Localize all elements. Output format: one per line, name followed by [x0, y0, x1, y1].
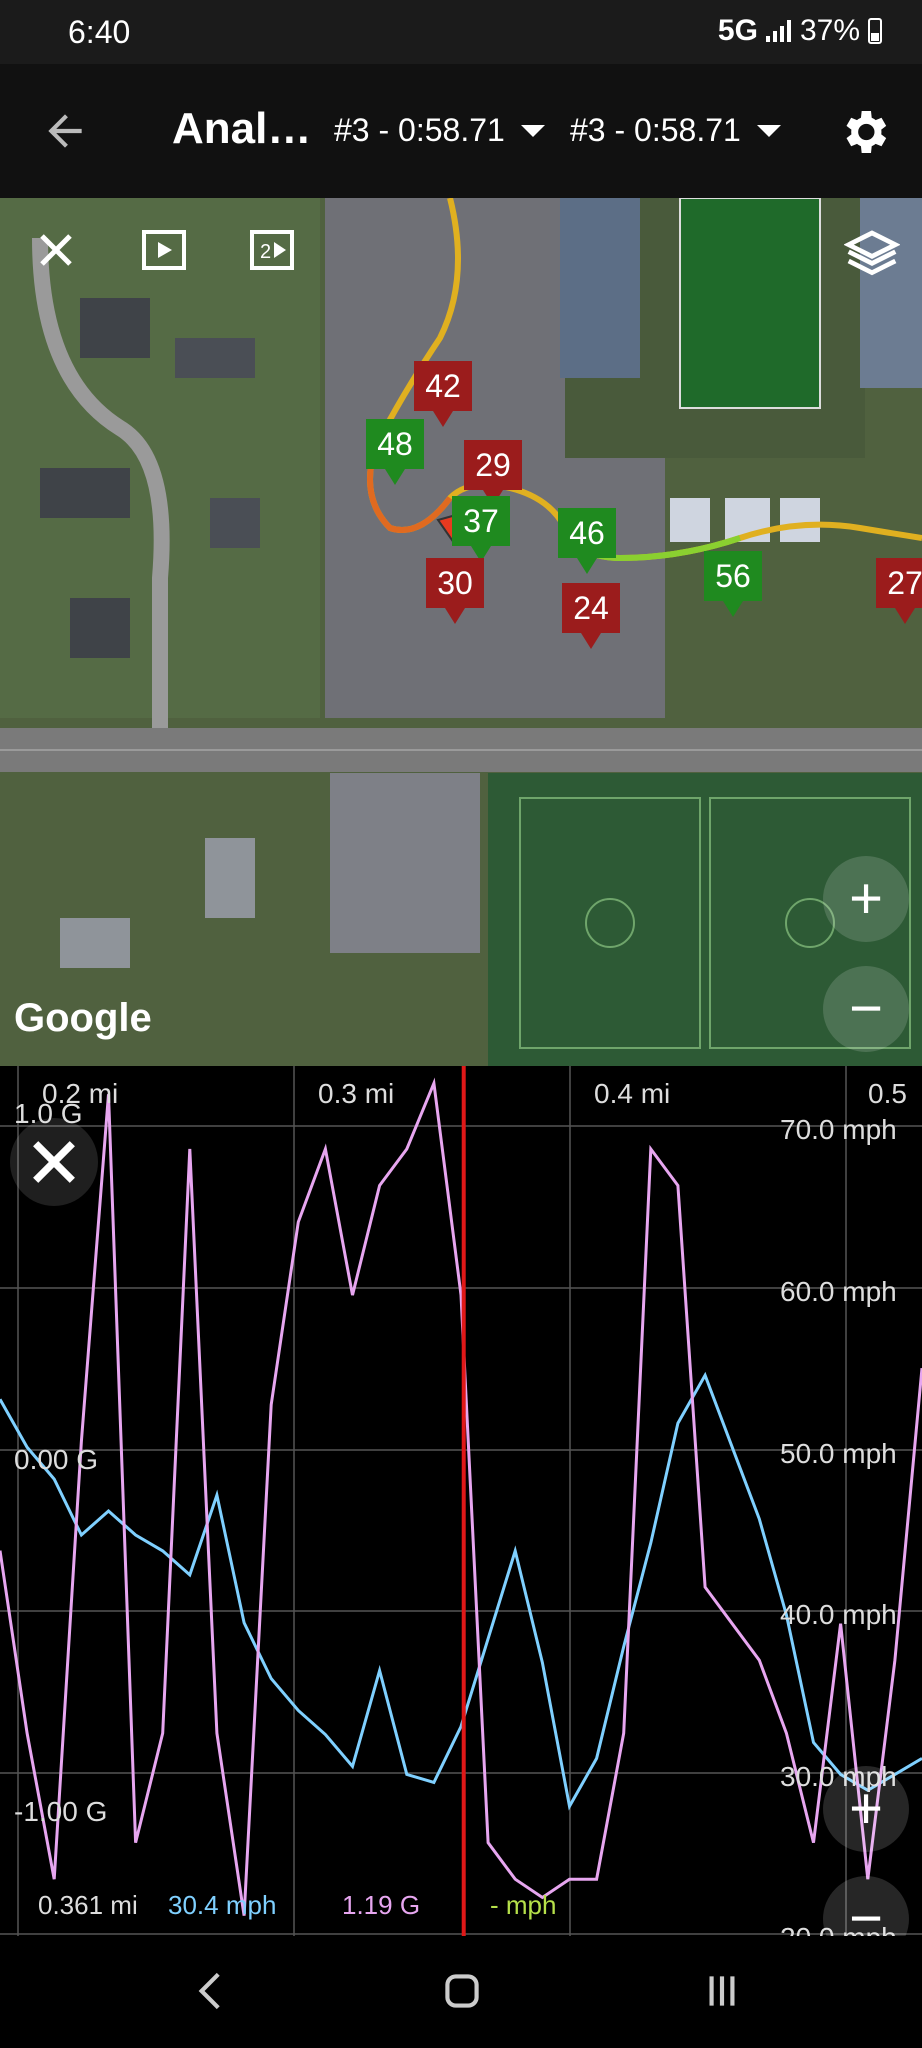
play-icon[interactable] — [140, 226, 188, 274]
back-arrow-icon[interactable] — [40, 106, 90, 156]
readout-other: - mph — [490, 1890, 557, 1920]
battery-icon — [868, 18, 882, 44]
lap-select-right[interactable]: #3 - 0:58.71 — [570, 112, 781, 149]
marker-46[interactable]: 46 — [558, 508, 616, 558]
chart-grid — [0, 1066, 922, 1936]
status-right: 5G 37% — [718, 14, 882, 48]
status-time: 6:40 — [68, 14, 131, 50]
chart-readouts: 0.361 mi 30.4 mph 1.19 G - mph — [0, 1890, 922, 1930]
marker-56[interactable]: 56 — [704, 551, 762, 601]
double-speed-play-icon[interactable]: 2 — [248, 226, 296, 274]
google-logo: Google — [14, 996, 152, 1040]
lap-select-right-label: #3 - 0:58.71 — [570, 112, 741, 148]
readout-g: 1.19 G — [342, 1890, 421, 1920]
readout-speed: 30.4 mph — [168, 1890, 277, 1920]
telemetry-chart[interactable]: 0.2 mi 0.3 mi 0.4 mi 0.5 70.0 mph 60.0 m… — [0, 1066, 922, 1962]
status-bar: 6:40 5G 37% — [0, 0, 922, 64]
marker-37[interactable]: 37 — [452, 496, 510, 546]
layers-icon[interactable] — [844, 226, 900, 282]
svg-text:2: 2 — [260, 241, 271, 263]
readout-distance: 0.361 mi — [38, 1890, 138, 1920]
nav-back-icon[interactable] — [182, 1966, 242, 2016]
y-left-label-1: 0.00 G — [14, 1444, 99, 1475]
lap-select-left-label: #3 - 0:58.71 — [334, 112, 505, 148]
nav-home-icon[interactable] — [432, 1966, 492, 2016]
x-tick-label-3: 0.5 — [868, 1078, 907, 1109]
marker-27[interactable]: 27 — [876, 558, 922, 608]
y-left-label-2: -1.00 G — [14, 1796, 108, 1827]
map-view[interactable]: 2 42 48 29 37 46 30 24 56 27 Google + − — [0, 198, 922, 1066]
app-bar: Anal… #3 - 0:58.71 #3 - 0:58.71 — [0, 64, 922, 198]
close-icon — [33, 1141, 75, 1183]
page-title: Anal… — [172, 104, 312, 153]
close-icon[interactable] — [32, 226, 80, 274]
marker-30[interactable]: 30 — [426, 558, 484, 608]
chart-canvas — [0, 1066, 922, 1936]
y-right-label-2: 50.0 mph — [780, 1438, 897, 1469]
y-right-label-3: 40.0 mph — [780, 1599, 897, 1630]
y-right-label-1: 60.0 mph — [780, 1276, 897, 1307]
system-nav-bar — [0, 1936, 922, 2048]
lap-select-left[interactable]: #3 - 0:58.71 — [334, 112, 545, 149]
chart-close-button[interactable] — [10, 1118, 98, 1206]
chevron-down-icon — [520, 124, 545, 137]
x-tick-label-1: 0.3 mi — [318, 1078, 395, 1109]
marker-29[interactable]: 29 — [464, 440, 522, 490]
nav-recents-icon[interactable] — [692, 1966, 752, 2016]
gear-icon[interactable] — [836, 104, 892, 160]
chart-zoom-in-button[interactable]: + — [823, 1766, 909, 1852]
marker-48[interactable]: 48 — [366, 419, 424, 469]
marker-42[interactable]: 42 — [414, 361, 472, 411]
map-zoom-out-button[interactable]: − — [823, 966, 909, 1052]
marker-24[interactable]: 24 — [562, 583, 620, 633]
y-right-label-0: 70.0 mph — [780, 1114, 897, 1145]
map-zoom-in-button[interactable]: + — [823, 856, 909, 942]
chevron-down-icon — [756, 124, 781, 137]
map-satellite-image — [0, 198, 922, 1066]
x-tick-label-2: 0.4 mi — [594, 1078, 671, 1109]
signal-icon — [765, 20, 792, 42]
battery-percent: 37% — [799, 14, 860, 47]
network-type: 5G — [717, 14, 758, 47]
